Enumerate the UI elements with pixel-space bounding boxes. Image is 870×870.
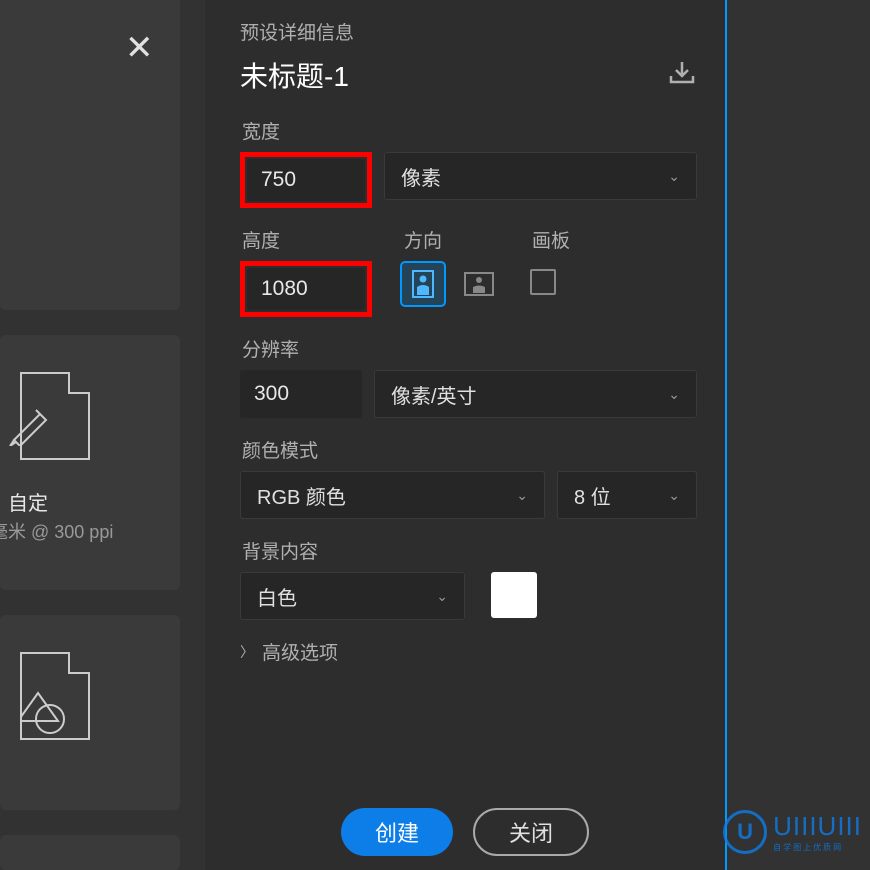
shapes-document-icon: [0, 647, 105, 747]
close-button[interactable]: 关闭: [473, 808, 589, 856]
height-label: 高度: [242, 226, 372, 253]
chevron-right-icon: 〉: [240, 642, 254, 662]
width-highlight: [240, 152, 372, 208]
preset-label: 自定: [8, 487, 180, 516]
width-unit-dropdown[interactable]: 像素 ⌄: [384, 152, 697, 200]
orientation-landscape-button[interactable]: [458, 263, 500, 305]
preset-card-extra[interactable]: [0, 835, 180, 870]
preset-details-panel: 预设详细信息 未标题-1 宽度 像素 ⌄ 高度 方向: [205, 0, 725, 870]
orientation-portrait-button[interactable]: [402, 263, 444, 305]
height-highlight: [240, 261, 372, 317]
colormode-value: RGB 颜色: [257, 481, 346, 510]
colormode-label: 颜色模式: [242, 436, 697, 463]
background-value: 白色: [257, 582, 297, 611]
save-preset-icon[interactable]: [667, 60, 697, 91]
background-swatch[interactable]: [491, 572, 537, 618]
chevron-down-icon: ⌄: [668, 168, 680, 185]
height-input[interactable]: [247, 268, 365, 310]
custom-document-icon: [0, 367, 105, 467]
width-unit-value: 像素: [401, 162, 441, 191]
bitdepth-value: 8 位: [574, 481, 611, 510]
resolution-unit-value: 像素/英寸: [391, 380, 477, 409]
background-dropdown[interactable]: 白色 ⌄: [240, 572, 465, 620]
watermark: U UIIIUIII 自学图上优质网: [723, 810, 862, 854]
resolution-label: 分辨率: [242, 335, 697, 362]
chevron-down-icon: ⌄: [668, 386, 680, 403]
background-label: 背景内容: [242, 537, 697, 564]
preset-card-shapes[interactable]: [0, 615, 180, 810]
preset-card-custom[interactable]: 自定 毫米 @ 300 ppi: [0, 335, 180, 590]
resolution-input[interactable]: [240, 370, 362, 418]
chevron-down-icon: ⌄: [516, 487, 528, 504]
resolution-unit-dropdown[interactable]: 像素/英寸 ⌄: [374, 370, 697, 418]
document-title[interactable]: 未标题-1: [240, 55, 349, 95]
width-input[interactable]: [247, 159, 365, 201]
orientation-label: 方向: [404, 226, 500, 253]
create-button[interactable]: 创建: [341, 808, 453, 856]
watermark-logo-icon: U: [723, 810, 767, 854]
artboard-checkbox[interactable]: [530, 269, 556, 295]
artboard-label: 画板: [532, 226, 570, 253]
chevron-down-icon: ⌄: [436, 588, 448, 605]
width-label: 宽度: [242, 117, 697, 144]
advanced-options-toggle[interactable]: 〉 高级选项: [240, 638, 697, 665]
colormode-dropdown[interactable]: RGB 颜色 ⌄: [240, 471, 545, 519]
close-icon[interactable]: ✕: [125, 28, 154, 68]
chevron-down-icon: ⌄: [668, 487, 680, 504]
panel-header: 预设详细信息: [240, 18, 697, 45]
bitdepth-dropdown[interactable]: 8 位 ⌄: [557, 471, 697, 519]
preset-subtitle: 毫米 @ 300 ppi: [0, 518, 180, 544]
advanced-label: 高级选项: [262, 638, 338, 665]
right-gutter: [727, 0, 870, 870]
